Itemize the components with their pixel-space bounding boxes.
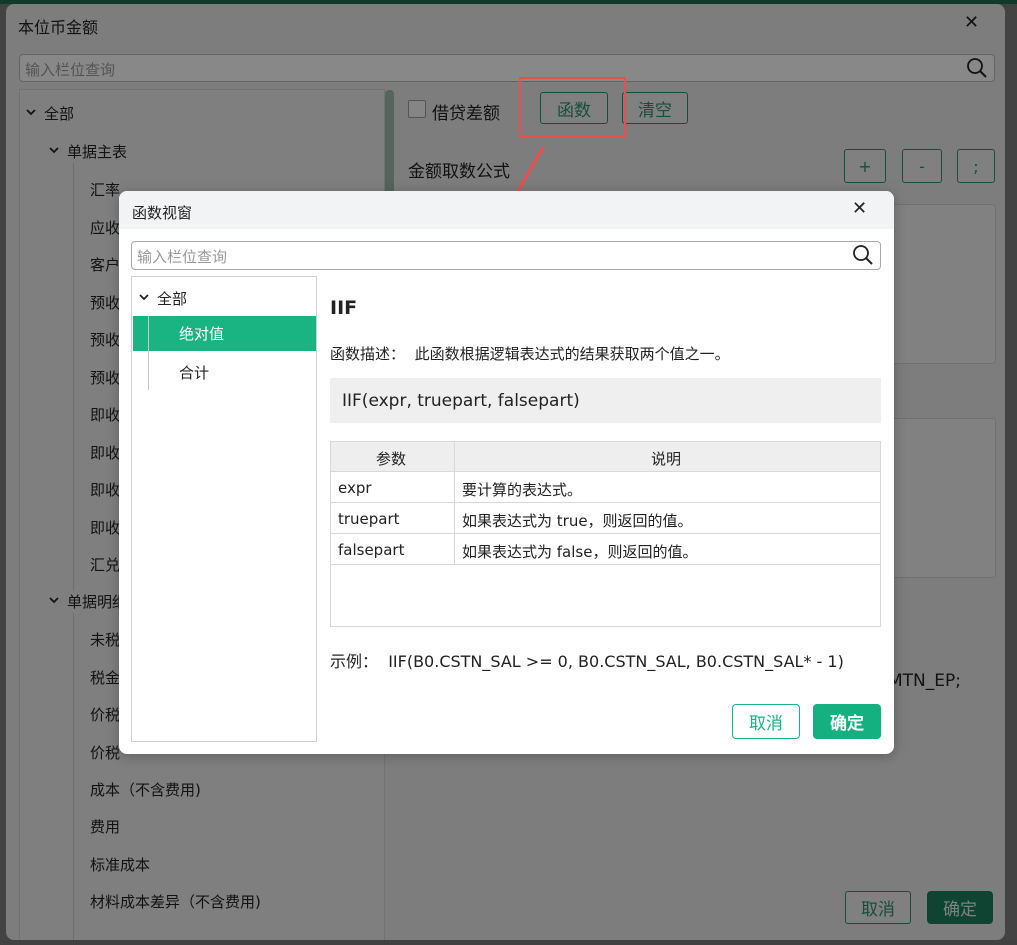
function-tree-root-label: 全部 [157,290,188,308]
search-icon[interactable] [852,244,874,266]
function-tree-root[interactable]: 全部 [139,288,187,309]
params-column-divider [454,442,455,564]
function-name: IIF [330,297,358,319]
params-table-header [331,442,880,472]
param-name: expr [338,479,372,497]
param-desc: 如果表达式为 false，则返回的值。 [462,543,698,561]
function-description: 函数描述： 此函数根据逻辑表达式的结果获取两个值之一。 [330,343,730,364]
modal-header: 函数视窗 ✕ [119,191,894,229]
function-tree-item[interactable]: 合计 [179,362,209,383]
params-header-desc: 说明 [651,450,682,468]
example-label: 示例： [330,652,379,671]
chevron-down-icon [139,294,149,301]
highlight-box [519,77,626,138]
function-tree: 全部 绝对值 合计 [131,276,317,742]
modal-search-placeholder: 输入栏位查询 [137,248,228,266]
description-label: 函数描述： [330,345,406,363]
function-example: 示例： IIF(B0.CSTN_SAL >= 0, B0.CSTN_SAL, B… [330,648,844,672]
param-desc: 如果表达式为 true，则返回的值。 [462,512,693,530]
modal-ok-button[interactable]: 确定 [813,704,881,739]
param-name: falsepart [338,541,405,559]
params-row-divider [331,564,880,565]
params-header-name: 参数 [376,450,407,468]
param-name: truepart [338,510,400,528]
example-text: IIF(B0.CSTN_SAL >= 0, B0.CSTN_SAL, B0.CS… [388,652,844,671]
tree-guide-line [148,316,149,390]
function-signature: IIF(expr, truepart, falsepart) [342,391,580,411]
modal-close-icon[interactable]: ✕ [852,200,867,218]
description-text: 此函数根据逻辑表达式的结果获取两个值之一。 [414,345,730,363]
function-modal: 函数视窗 ✕ 输入栏位查询 全部 绝对值 合计 IIF 函数描述： 此函数根据逻… [119,191,894,754]
function-tree-item-selected[interactable] [133,316,316,351]
modal-cancel-button[interactable]: 取消 [732,704,800,739]
modal-search-input[interactable]: 输入栏位查询 [131,241,881,270]
function-tree-item[interactable]: 绝对值 [179,323,224,344]
function-signature-box: IIF(expr, truepart, falsepart) [330,378,881,423]
param-desc: 要计算的表达式。 [462,481,583,499]
params-table: 参数 说明 expr 要计算的表达式。 truepart 如果表达式为 true… [330,441,881,627]
modal-title: 函数视窗 [132,204,193,222]
params-row-divider [331,533,880,534]
params-row-divider [331,502,880,503]
